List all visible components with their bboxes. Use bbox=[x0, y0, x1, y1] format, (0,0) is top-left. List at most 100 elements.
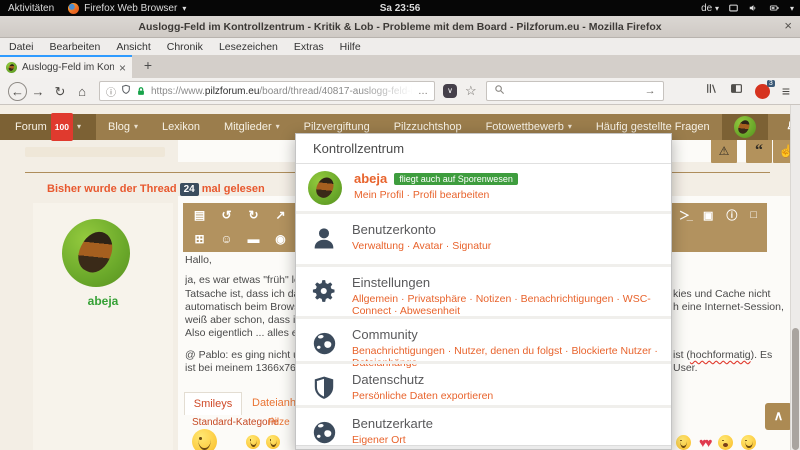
menu-chronik[interactable]: Chronik bbox=[167, 41, 203, 53]
undo-icon[interactable]: ↺ bbox=[218, 208, 235, 222]
section-links[interactable]: Verwaltung · Avatar · Signatur bbox=[352, 240, 491, 252]
redo-icon[interactable]: ↻ bbox=[245, 208, 262, 222]
author-name[interactable]: abeja bbox=[33, 294, 173, 308]
menu-datei[interactable]: Datei bbox=[9, 41, 34, 53]
sidebar-icon[interactable] bbox=[730, 82, 743, 100]
tab-smileys[interactable]: Smileys bbox=[184, 392, 242, 415]
menu-hilfe[interactable]: Hilfe bbox=[340, 41, 361, 53]
tab-favicon bbox=[6, 62, 17, 73]
maximize-icon[interactable]: ↗ bbox=[272, 208, 289, 222]
forum-count-badge: 100 bbox=[51, 113, 73, 141]
post-text-line: h eine Internet-Session, bbox=[673, 301, 787, 313]
url-bar[interactable]: ⓘ https://www.pilzforum.eu/board/thread/… bbox=[99, 81, 435, 101]
control-center-dropdown: Kontrollzentrum abeja fliegt auch auf Sp… bbox=[295, 133, 672, 450]
control-center-user-row: abeja fliegt auch auf Sporenwesen Mein P… bbox=[296, 164, 671, 211]
user-icon bbox=[308, 222, 340, 254]
bookmark-star-icon[interactable]: ☆ bbox=[465, 83, 477, 99]
nav-item-forum[interactable]: Forum 100 ▾ bbox=[0, 114, 96, 140]
tracking-shield-icon[interactable] bbox=[121, 84, 131, 98]
new-tab-button[interactable]: + bbox=[138, 57, 158, 77]
search-go-icon[interactable]: → bbox=[645, 85, 656, 97]
nav-item-blog[interactable]: Blog▾ bbox=[96, 114, 150, 140]
thread-read-info: Bisher wurde der Thread24mal gelesen bbox=[47, 183, 265, 195]
nav-item-mitglieder[interactable]: Mitglieder▾ bbox=[212, 114, 292, 140]
screen: Aktivitäten Firefox Web Browser ▾ Sa 23:… bbox=[0, 0, 800, 450]
report-button[interactable]: ⚠ bbox=[711, 139, 737, 163]
adblock-icon[interactable]: 3 bbox=[755, 84, 770, 99]
nav-item-lexikon[interactable]: Lexikon bbox=[150, 114, 212, 140]
search-magnifier-icon bbox=[494, 84, 505, 98]
section-datenschutz: Datenschutz Persönliche Daten exportiere… bbox=[296, 361, 671, 405]
page-info-icon[interactable]: ⓘ bbox=[106, 84, 116, 99]
hamburger-menu-icon[interactable]: ≡ bbox=[782, 83, 790, 99]
page-actions-icon[interactable]: … bbox=[418, 86, 428, 97]
code-icon[interactable]: ＞_ bbox=[679, 207, 690, 223]
forward-button[interactable]: → bbox=[27, 79, 49, 104]
horizontal-rule-icon[interactable]: ▬ bbox=[245, 232, 262, 246]
tab-category-pilze[interactable]: Pilze bbox=[268, 417, 290, 428]
post-text-line: User. bbox=[673, 362, 787, 374]
post-text-line: ist bei meinem 1366x768-La bbox=[185, 362, 296, 374]
edit-source-icon[interactable]: ▣ bbox=[703, 209, 713, 222]
app-menu-caret-icon: ▾ bbox=[182, 4, 186, 13]
smiley-laugh-icon[interactable] bbox=[741, 435, 756, 450]
tab-close-icon[interactable]: × bbox=[119, 61, 126, 75]
user-avatar[interactable] bbox=[308, 171, 342, 205]
section-links[interactable]: Allgemein · Privatsphäre · Notizen · Ben… bbox=[352, 293, 659, 317]
window-titlebar: Auslogg-Feld im Kontrollzentrum - Kritik… bbox=[0, 16, 800, 38]
read-count-badge: 24 bbox=[180, 183, 199, 196]
fullscreen-icon[interactable]: □ bbox=[750, 209, 757, 221]
scroll-to-top-button[interactable]: ∧ bbox=[765, 403, 792, 430]
hearts-icon[interactable]: ♥♥ bbox=[699, 435, 710, 450]
menu-ansicht[interactable]: Ansicht bbox=[116, 41, 150, 53]
lock-icon bbox=[136, 86, 146, 97]
app-menu[interactable]: Firefox Web Browser ▾ bbox=[68, 3, 186, 14]
back-button[interactable]: ← bbox=[8, 82, 27, 101]
menu-bearbeiten[interactable]: Bearbeiten bbox=[50, 41, 101, 53]
home-button[interactable]: ⌂ bbox=[71, 79, 93, 104]
smiley-blush-icon[interactable] bbox=[676, 435, 691, 450]
menu-bar: Datei Bearbeiten Ansicht Chronik Lesezei… bbox=[0, 38, 800, 55]
reload-button[interactable]: ↻ bbox=[49, 79, 71, 104]
smiley-insert-icon[interactable]: ☺ bbox=[218, 232, 235, 246]
author-avatar[interactable] bbox=[62, 219, 130, 287]
smiley-icon[interactable] bbox=[266, 435, 280, 449]
menu-extras[interactable]: Extras bbox=[294, 41, 324, 53]
tab-active[interactable]: Auslogg-Feld im Kontroll × bbox=[0, 55, 132, 78]
window-close-button[interactable]: × bbox=[784, 18, 792, 33]
smiley-row: ♥♥ bbox=[676, 435, 756, 450]
misspelled-word: hochformatig bbox=[690, 349, 751, 361]
menu-lesezeichen[interactable]: Lesezeichen bbox=[219, 41, 278, 53]
post-text-line: Tatsache ist, dass ich das "da bbox=[185, 288, 296, 300]
activities-button[interactable]: Aktivitäten bbox=[8, 3, 54, 14]
gnome-top-bar: Aktivitäten Firefox Web Browser ▾ Sa 23:… bbox=[0, 0, 800, 16]
clock[interactable]: Sa 23:56 bbox=[380, 3, 421, 14]
user-name-link[interactable]: abeja bbox=[354, 171, 387, 186]
scrollbar-thumb[interactable] bbox=[792, 328, 799, 450]
user-links[interactable]: Mein Profil · Profil bearbeiten bbox=[354, 189, 518, 201]
tab-category-standard[interactable]: Standard-Kategorie bbox=[192, 417, 279, 428]
post-text-line: Also eigentlich ... alles egal - bbox=[185, 327, 296, 339]
image-icon[interactable]: ◉ bbox=[272, 232, 289, 246]
tab-attachments[interactable]: Dateianhänge bbox=[252, 397, 295, 409]
post-text-line: ist (hochformatig). Es bbox=[673, 349, 787, 361]
smiley-surprised-icon[interactable] bbox=[718, 435, 733, 450]
tab-bar: Auslogg-Feld im Kontroll × + bbox=[0, 55, 800, 78]
browser-toolbar: ← → ↻ ⌂ ⓘ https://www.pilzforum.eu/board… bbox=[0, 78, 800, 105]
quote-button[interactable]: “ bbox=[746, 139, 772, 163]
gear-icon bbox=[308, 275, 340, 307]
editor-info-icon[interactable]: ⓘ bbox=[726, 207, 737, 223]
search-field[interactable]: → bbox=[486, 81, 664, 101]
system-status-area[interactable]: de ▾ ▾ bbox=[701, 3, 794, 14]
user-menu-avatar[interactable] bbox=[722, 114, 768, 140]
smiley-big-icon[interactable] bbox=[192, 429, 217, 450]
pocket-icon[interactable]: ∨ bbox=[443, 84, 457, 98]
section-links[interactable]: Persönliche Daten exportieren bbox=[352, 390, 493, 402]
section-benutzerkonto: Benutzerkonto Verwaltung · Avatar · Sign… bbox=[296, 211, 671, 264]
smiley-icon[interactable] bbox=[246, 435, 260, 449]
source-page-icon[interactable]: ▤ bbox=[191, 208, 208, 222]
post-text-line: @ Pablo: es ging nicht um Sn bbox=[185, 349, 296, 361]
table-icon[interactable]: ⊞ bbox=[191, 232, 208, 246]
keyboard-layout-indicator[interactable]: de ▾ bbox=[701, 3, 719, 14]
library-icon[interactable] bbox=[705, 82, 718, 100]
